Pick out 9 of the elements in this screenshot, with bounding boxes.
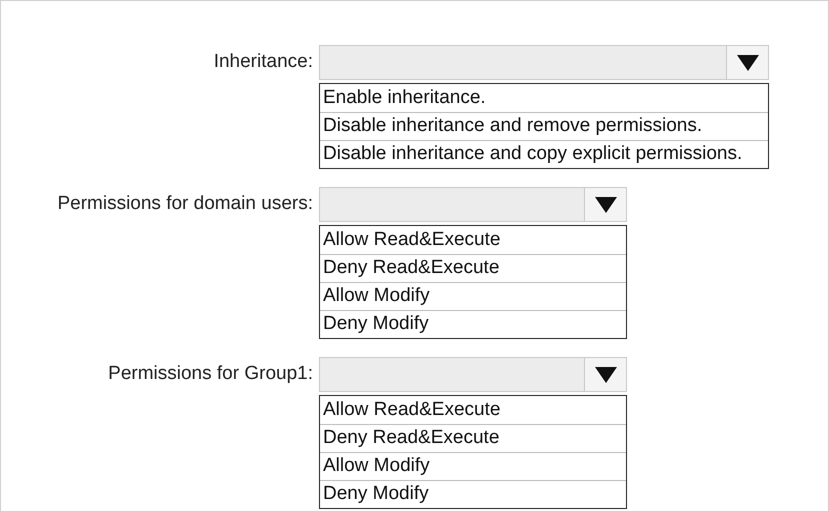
dropdown[interactable]: [319, 357, 627, 392]
caret-icon: [594, 196, 616, 212]
caret-icon: [736, 54, 759, 70]
field-label: Inheritance:: [214, 50, 313, 74]
field-label: Permissions for domain users:: [57, 192, 313, 216]
dropdown[interactable]: [319, 45, 770, 80]
dropdown[interactable]: [319, 187, 627, 222]
caret-icon: [594, 366, 616, 382]
field-label: Permissions for Group1:: [108, 362, 313, 386]
